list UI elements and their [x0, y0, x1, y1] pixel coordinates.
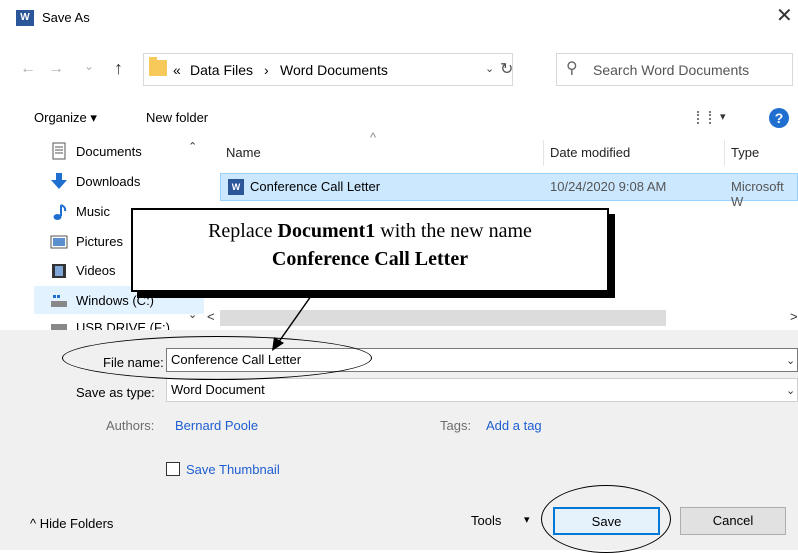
address-dropdown-icon[interactable]: ⌄ [485, 62, 494, 75]
recent-locations-chevron-icon[interactable]: ⌄ [84, 56, 94, 76]
save-as-dialog: W Save As ✕ ← → ⌄ ↑ « Data Files › Word … [0, 0, 798, 553]
nav-scroll-down-icon[interactable]: ⌄ [188, 308, 197, 321]
file-row-name[interactable]: Conference Call Letter [250, 179, 380, 194]
callout-old-name: Document1 [277, 220, 376, 242]
authors-value[interactable]: Bernard Poole [175, 418, 258, 433]
instruction-callout: Replace Document1 with the new name Conf… [131, 208, 609, 292]
window-title: Save As [42, 10, 90, 25]
nav-item-downloads[interactable]: Downloads [76, 174, 140, 189]
back-arrow-icon[interactable]: ← [20, 59, 36, 79]
save-as-type-select[interactable]: Word Document [166, 378, 798, 402]
up-arrow-icon[interactable]: ↑ [114, 58, 123, 79]
usb-drive-icon [51, 324, 67, 330]
refresh-icon[interactable]: ↻ [500, 59, 513, 79]
nav-item-music[interactable]: Music [76, 204, 110, 219]
search-icon: ⚲ [566, 60, 578, 77]
save-thumbnail-checkbox[interactable] [166, 462, 180, 476]
save-as-type-label: Save as type: [76, 385, 155, 400]
documents-icon [52, 142, 66, 160]
callout-text: with the new name [375, 220, 532, 242]
downloads-icon [51, 173, 67, 189]
callout-text: Replace [208, 220, 278, 242]
breadcrumb-data-files[interactable]: Data Files [190, 62, 253, 78]
callout-line-2: Conference Call Letter [133, 245, 607, 273]
nav-item-documents[interactable]: Documents [76, 144, 142, 159]
view-options-dropdown-icon[interactable]: ▾ [720, 110, 726, 123]
nav-item-usb-drive-clip: USB DRIVE (F:) [50, 316, 200, 330]
videos-icon [52, 264, 66, 278]
tools-button[interactable]: Tools [471, 513, 501, 528]
column-header-date-modified[interactable]: Date modified [550, 145, 630, 160]
forward-arrow-icon[interactable]: → [48, 59, 64, 79]
save-as-type-value: Word Document [171, 382, 265, 397]
column-separator[interactable] [543, 140, 544, 166]
word-document-icon: W [228, 179, 244, 195]
save-button-highlight-ellipse [541, 485, 671, 553]
tags-input[interactable]: Add a tag [486, 418, 542, 433]
breadcrumb-separator: › [264, 62, 269, 78]
breadcrumb-overflow-icon[interactable]: « [173, 62, 181, 78]
column-separator[interactable] [724, 140, 725, 166]
folder-icon [149, 57, 167, 76]
nav-item-videos[interactable]: Videos [76, 263, 116, 278]
nav-item-pictures[interactable]: Pictures [76, 234, 123, 249]
tags-label: Tags: [440, 418, 472, 433]
scroll-right-icon[interactable]: > [790, 309, 798, 324]
callout-new-name: Conference Call Letter [271, 248, 469, 270]
sort-ascending-icon: ^ [370, 130, 377, 145]
save-thumbnail-label[interactable]: Save Thumbnail [186, 462, 280, 477]
nav-scroll-up-icon[interactable]: ⌃ [188, 140, 197, 153]
file-name-dropdown-icon[interactable]: ⌄ [786, 354, 795, 367]
help-icon[interactable]: ? [769, 108, 789, 128]
word-app-icon: W [16, 10, 34, 26]
file-row-date: 10/24/2020 9:08 AM [550, 179, 667, 194]
nav-item-usb-drive[interactable]: USB DRIVE (F:) [76, 320, 170, 330]
nav-item-windows-c[interactable]: Windows (C:) [76, 293, 154, 308]
pictures-icon [50, 235, 68, 249]
callout-arrow [272, 288, 317, 351]
hide-folders-button[interactable]: ^ Hide Folders [30, 516, 113, 531]
view-options-icon[interactable] [697, 111, 711, 124]
new-folder-button[interactable]: New folder [146, 110, 208, 125]
music-icon [53, 204, 67, 220]
authors-label: Authors: [106, 418, 155, 433]
callout-line-1: Replace Document1 with the new name [133, 217, 607, 245]
scroll-left-icon[interactable]: < [207, 309, 215, 324]
save-as-type-dropdown-icon[interactable]: ⌄ [786, 384, 795, 397]
cancel-button[interactable]: Cancel [680, 507, 786, 535]
search-placeholder: Search Word Documents [593, 62, 750, 78]
drive-icon [51, 295, 67, 307]
close-icon[interactable]: ✕ [776, 4, 793, 28]
tools-dropdown-icon[interactable]: ▾ [524, 513, 530, 526]
file-row-type: Microsoft W [731, 179, 784, 209]
breadcrumb-word-documents[interactable]: Word Documents [280, 62, 388, 78]
organize-button[interactable]: Organize ▾ [34, 110, 97, 126]
column-header-name[interactable]: Name [226, 145, 261, 160]
column-header-type[interactable]: Type [731, 145, 759, 160]
